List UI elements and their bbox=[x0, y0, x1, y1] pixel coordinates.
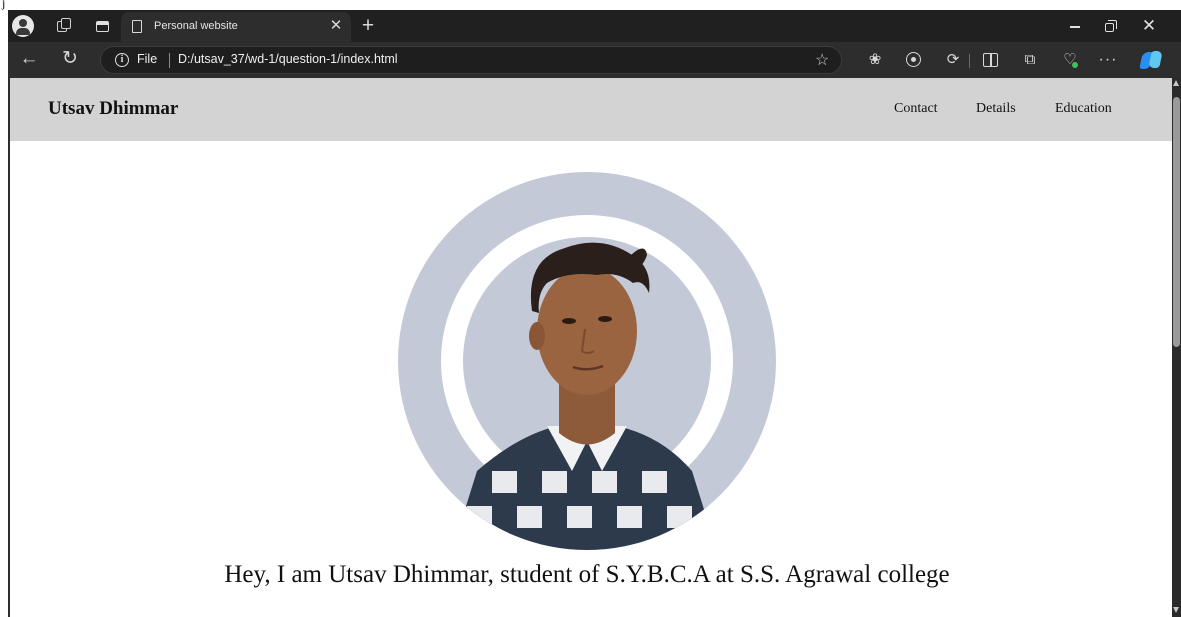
intro-text: Hey, I am Utsav Dhimmar, student of S.Y.… bbox=[224, 561, 950, 588]
info-icon[interactable]: i bbox=[115, 53, 129, 67]
browser-toolbar: ← ↻ i File D:/utsav_37/wd-1/question-1/i… bbox=[8, 42, 1181, 78]
target-icon[interactable] bbox=[903, 50, 925, 72]
scroll-down-arrow-icon[interactable] bbox=[1173, 607, 1179, 613]
site-logo[interactable]: Utsav Dhimmar bbox=[48, 98, 178, 120]
browser-essentials-icon[interactable]: ♡ bbox=[1059, 50, 1081, 72]
url-text[interactable]: D:/utsav_37/wd-1/question-1/index.html bbox=[178, 52, 398, 66]
copilot-icon[interactable] bbox=[1139, 49, 1163, 71]
nav-link-contact[interactable]: Contact bbox=[894, 101, 938, 117]
nav-link-education[interactable]: Education bbox=[1055, 101, 1112, 117]
address-bar[interactable]: i File D:/utsav_37/wd-1/question-1/index… bbox=[100, 46, 842, 74]
browser-tab-strip: Personal website ✕ + ✕ bbox=[8, 10, 1181, 42]
split-screen-icon[interactable] bbox=[980, 50, 1002, 72]
puzzle-icon[interactable]: ⟳ bbox=[942, 50, 964, 72]
vertical-scrollbar[interactable] bbox=[1172, 78, 1181, 617]
favorite-star-icon[interactable]: ☆ bbox=[815, 50, 829, 70]
scroll-up-arrow-icon[interactable] bbox=[1173, 80, 1179, 86]
nav-link-details[interactable]: Details bbox=[976, 101, 1016, 117]
toolbar-divider bbox=[969, 54, 970, 68]
tab-title: Personal website bbox=[154, 20, 238, 32]
close-icon[interactable]: ✕ bbox=[326, 16, 346, 36]
window-close-icon[interactable]: ✕ bbox=[1134, 14, 1164, 38]
collections-icon[interactable]: ⧉ bbox=[1019, 50, 1041, 72]
scroll-thumb[interactable] bbox=[1173, 97, 1180, 347]
page-viewport: Utsav Dhimmar Contact Details Education bbox=[8, 78, 1172, 617]
scheme-label: File bbox=[137, 52, 158, 66]
stray-glyph: j bbox=[2, 0, 6, 10]
tab-actions-icon[interactable] bbox=[90, 14, 114, 38]
site-navbar: Utsav Dhimmar Contact Details Education bbox=[10, 78, 1172, 141]
new-tab-icon[interactable]: + bbox=[356, 14, 380, 38]
tab-personal-website[interactable]: Personal website ✕ bbox=[121, 12, 351, 42]
workspaces-icon[interactable] bbox=[52, 14, 76, 38]
extension-icon[interactable]: ❀ bbox=[864, 50, 886, 72]
minimize-icon[interactable] bbox=[1060, 14, 1090, 38]
more-icon[interactable]: ··· bbox=[1097, 50, 1119, 72]
profile-icon[interactable] bbox=[12, 15, 34, 37]
page-icon bbox=[132, 20, 142, 33]
address-divider bbox=[169, 53, 170, 68]
refresh-icon[interactable]: ↻ bbox=[57, 48, 83, 72]
window-frame-left bbox=[0, 10, 8, 617]
profile-photo bbox=[398, 172, 776, 550]
back-icon[interactable]: ← bbox=[16, 48, 42, 72]
restore-icon[interactable] bbox=[1095, 14, 1125, 38]
